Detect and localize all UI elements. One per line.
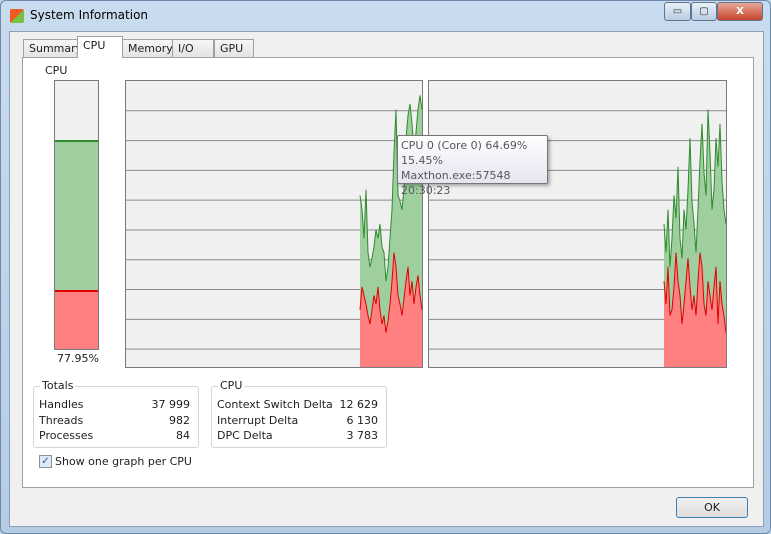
- cpu-stats-row: Context Switch Delta 12 629: [217, 398, 378, 413]
- totals-title: Totals: [40, 379, 76, 392]
- tab-gpu[interactable]: GPU: [214, 39, 254, 57]
- tooltip-time: 20:30:23: [401, 184, 451, 197]
- cpu-stats-title: CPU: [218, 379, 245, 392]
- tooltip-process: 15.45% Maxthon.exe:57548: [401, 154, 511, 182]
- dialog-client: Summary CPU Memory I/O GPU CPU 77.95% To…: [9, 31, 764, 527]
- window-title: System Information: [30, 8, 149, 22]
- row-value: 12 629: [339, 398, 379, 411]
- totals-row: Processes 84: [39, 429, 190, 444]
- row-value: 37 999: [151, 398, 191, 411]
- row-label: Interrupt Delta: [217, 414, 299, 427]
- cpu-stats-row: Interrupt Delta 6 130: [217, 414, 378, 429]
- system-information-window: System Information ▭ ▢ X Summary CPU Mem…: [0, 0, 771, 534]
- tab-cpu[interactable]: CPU: [77, 36, 123, 58]
- totals-row: Threads 982: [39, 414, 190, 429]
- tab-memory[interactable]: Memory: [122, 39, 179, 57]
- checkbox-label[interactable]: Show one graph per CPU: [55, 455, 192, 468]
- cpu-panel: CPU 77.95% Totals Handles 37 999 Threads 9…: [22, 57, 754, 488]
- totals-row: Handles 37 999: [39, 398, 190, 413]
- row-label: Threads: [39, 414, 84, 427]
- row-value: 3 783: [346, 429, 379, 442]
- graph-tooltip: CPU 0 (Core 0) 64.69% 15.45% Maxthon.exe…: [397, 135, 548, 197]
- row-label: DPC Delta: [217, 429, 273, 442]
- row-value: 982: [169, 414, 190, 427]
- maximize-button[interactable]: ▢: [691, 2, 717, 21]
- row-label: Context Switch Delta: [217, 398, 333, 411]
- cpu-kernel-fill: [55, 290, 98, 349]
- minimize-button[interactable]: ▭: [664, 2, 691, 21]
- cpu-stats-group: CPU Context Switch Delta 12 629 Interrupt…: [211, 379, 387, 448]
- cpu-total-percent: 77.95%: [57, 352, 99, 365]
- title-bar[interactable]: System Information ▭ ▢ X: [1, 1, 770, 31]
- row-label: Processes: [39, 429, 94, 442]
- cpu0-graph[interactable]: [125, 80, 423, 368]
- row-value: 6 130: [346, 414, 379, 427]
- row-label: Handles: [39, 398, 84, 411]
- show-one-graph-per-cpu-checkbox[interactable]: ✓: [39, 455, 52, 468]
- tooltip-cpu: CPU 0 (Core 0) 64.69%: [401, 139, 528, 152]
- ok-button[interactable]: OK: [676, 497, 748, 518]
- cpu1-graph[interactable]: [428, 80, 727, 368]
- row-value: 84: [176, 429, 190, 442]
- close-button[interactable]: X: [717, 2, 763, 21]
- app-icon: [10, 9, 24, 23]
- tab-io[interactable]: I/O: [172, 39, 214, 57]
- cpu-label: CPU: [45, 64, 68, 77]
- totals-group: Totals Handles 37 999 Threads 982 Processe…: [33, 379, 199, 448]
- cpu-usage-bar: [54, 80, 99, 350]
- cpu-stats-row: DPC Delta 3 783: [217, 429, 378, 444]
